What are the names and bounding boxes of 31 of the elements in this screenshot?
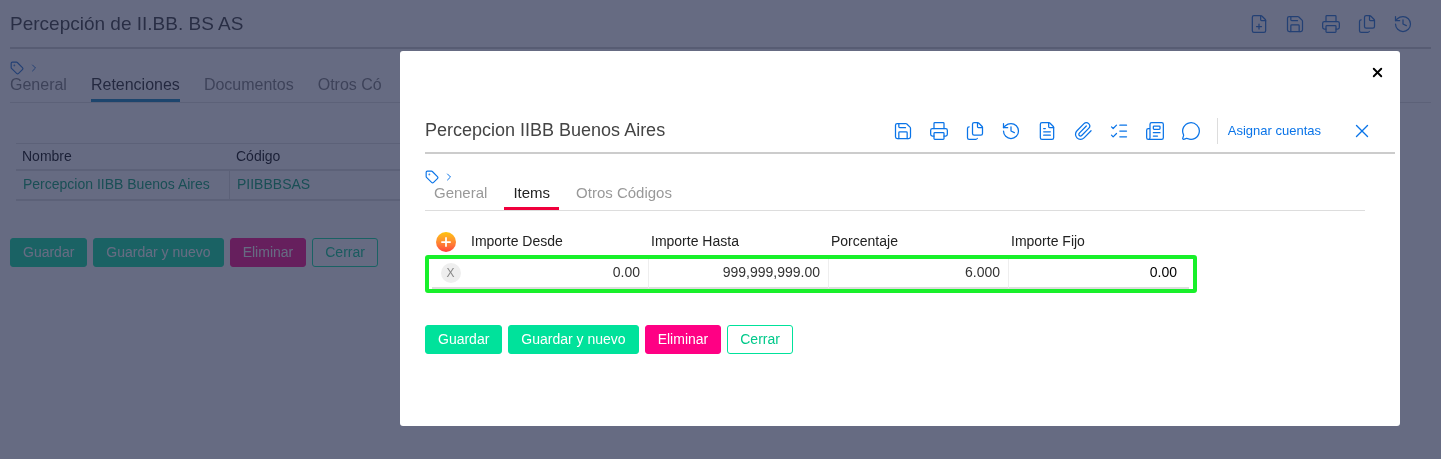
newspaper-icon[interactable]	[1144, 120, 1165, 141]
comment-icon[interactable]	[1180, 120, 1201, 141]
copy-icon[interactable]	[964, 120, 985, 141]
add-row-icon[interactable]	[435, 231, 456, 252]
dialog-button[interactable]: Guardar	[425, 324, 503, 354]
save-icon[interactable]	[892, 120, 913, 141]
assign-accounts-link[interactable]: Asignar cuentas	[1227, 120, 1321, 141]
table-cell[interactable]: 999,999,999.00	[649, 258, 829, 289]
tab[interactable]: General	[425, 182, 497, 210]
dialog-title: Percepcion IIBB Buenos Aires	[425, 119, 666, 142]
column-header: Importe Desde	[470, 232, 564, 251]
tab[interactable]: Items	[504, 182, 560, 210]
tag-icon	[425, 170, 439, 184]
delete-row-button[interactable]: X	[440, 262, 461, 283]
table-cell[interactable]: 0.00	[1009, 258, 1189, 289]
dialog-button[interactable]: Eliminar	[644, 324, 722, 354]
table-cell[interactable]: 6.000	[829, 258, 1009, 289]
column-header: Nombre	[21, 146, 73, 166]
history-icon[interactable]	[1000, 120, 1021, 141]
tab[interactable]: Otros Códigos	[567, 182, 681, 210]
dialog-button[interactable]: Cerrar	[727, 324, 793, 354]
column-header: Importe Fijo	[1010, 232, 1086, 251]
close-icon[interactable]	[1370, 65, 1385, 80]
page-title: Percepción de II.BB. BS AS	[10, 12, 244, 36]
column-header: Porcentaje	[830, 232, 899, 251]
dialog-button[interactable]: Guardar y nuevo	[508, 324, 639, 354]
table-cell[interactable]: 0.00	[469, 258, 649, 289]
paperclip-icon[interactable]	[1072, 120, 1093, 141]
column-header: Código	[235, 146, 282, 166]
print-icon[interactable]	[928, 120, 949, 141]
column-header: Importe Hasta	[650, 232, 740, 251]
